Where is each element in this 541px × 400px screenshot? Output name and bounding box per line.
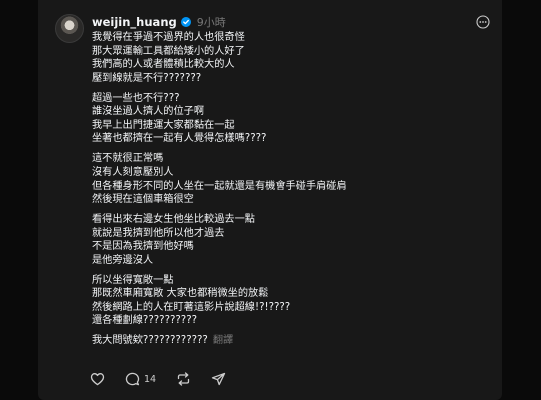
reply-count: 14 bbox=[144, 373, 157, 385]
post-text-line: 那既然車廂寬敞 大家也都稍微坐的放鬆 bbox=[92, 288, 269, 300]
post-text-line: 坐著也都擠在一起有人覺得怎樣嗎???? bbox=[92, 133, 267, 145]
post-paragraph: 超過一些也不行??? 誰沒坐過人擠人的位子啊 我早上出門捷運大家都黏在一起 坐著… bbox=[92, 92, 492, 146]
post-text-line: 還各種劃線?????????? bbox=[92, 315, 198, 327]
verified-badge-icon bbox=[180, 17, 191, 27]
post-paragraph: 我大問號欸???????????? 翻譯 bbox=[92, 334, 492, 348]
post-paragraph: 這不就很正常嗎 沒有人刻意壓別人 但各種身形不同的人坐在一起就還是有機會手碰手肩… bbox=[92, 152, 492, 206]
post-text-line: 看得出來右邊女生他坐比較過去一點 bbox=[92, 214, 255, 226]
post-text-line: 我早上出門捷運大家都黏在一起 bbox=[92, 119, 235, 131]
user-avatar[interactable] bbox=[55, 14, 84, 43]
post-text-line: 不是因為我擠到他好嗎 bbox=[92, 241, 194, 253]
post-text-line: 然後現在這個車箱很空 bbox=[92, 194, 194, 206]
share-icon bbox=[211, 372, 226, 386]
more-options-icon[interactable] bbox=[476, 14, 490, 29]
heart-icon bbox=[90, 372, 105, 386]
reply-button[interactable]: 14 bbox=[125, 372, 156, 386]
post-actions: 14 bbox=[90, 371, 246, 387]
post-text-line: 但各種身形不同的人坐在一起就還是有機會手碰手肩碰肩 bbox=[92, 180, 347, 192]
translate-link[interactable]: 翻譯 bbox=[213, 335, 233, 346]
post-header: weijin_huang 9小時 bbox=[92, 14, 226, 30]
post-text-line: 然後網路上的人在盯著這影片說超線!?!???? bbox=[92, 301, 291, 313]
thread-post-card: weijin_huang 9小時 我覺得在爭過不過界的人也很奇怪 那大眾運輸工具… bbox=[38, 0, 502, 400]
post-paragraph: 我覺得在爭過不過界的人也很奇怪 那大眾運輸工具都給矮小的人好了 我們高的人或者體… bbox=[92, 31, 492, 85]
post-text-line: 我大問號欸???????????? bbox=[92, 335, 208, 347]
post-text-line: 所以坐得寬敞一點 bbox=[92, 274, 174, 286]
post-text-line: 壓到線就是不行??????? bbox=[92, 72, 202, 84]
share-button[interactable] bbox=[211, 372, 226, 386]
repost-icon bbox=[176, 372, 191, 386]
post-paragraph: 看得出來右邊女生他坐比較過去一點 就說是我擠到他所以他才過去 不是因為我擠到他好… bbox=[92, 213, 492, 267]
post-text-line: 是他旁邊沒人 bbox=[92, 254, 154, 266]
post-text-line: 這不就很正常嗎 bbox=[92, 153, 164, 165]
comment-icon bbox=[125, 372, 140, 386]
post-text-line: 誰沒坐過人擠人的位子啊 bbox=[92, 106, 205, 118]
repost-button[interactable] bbox=[176, 372, 191, 386]
post-text-line: 沒有人刻意壓別人 bbox=[92, 166, 174, 178]
post-text-line: 就說是我擠到他所以他才過去 bbox=[92, 227, 225, 239]
post-text-line: 超過一些也不行??? bbox=[92, 92, 180, 104]
post-paragraph: 所以坐得寬敞一點 那既然車廂寬敞 大家也都稍微坐的放鬆 然後網路上的人在盯著這影… bbox=[92, 274, 492, 328]
post-text-line: 我覺得在爭過不過界的人也很奇怪 bbox=[92, 32, 245, 43]
post-body: 我覺得在爭過不過界的人也很奇怪 那大眾運輸工具都給矮小的人好了 我們高的人或者體… bbox=[92, 31, 492, 354]
post-text-line: 那大眾運輸工具都給矮小的人好了 bbox=[92, 45, 245, 57]
like-button[interactable] bbox=[90, 372, 105, 386]
username-link[interactable]: weijin_huang bbox=[92, 15, 177, 29]
post-timestamp[interactable]: 9小時 bbox=[197, 14, 226, 30]
post-last-line: 我大問號欸???????????? 翻譯 bbox=[92, 334, 492, 348]
post-text-line: 我們高的人或者體積比較大的人 bbox=[92, 59, 235, 71]
